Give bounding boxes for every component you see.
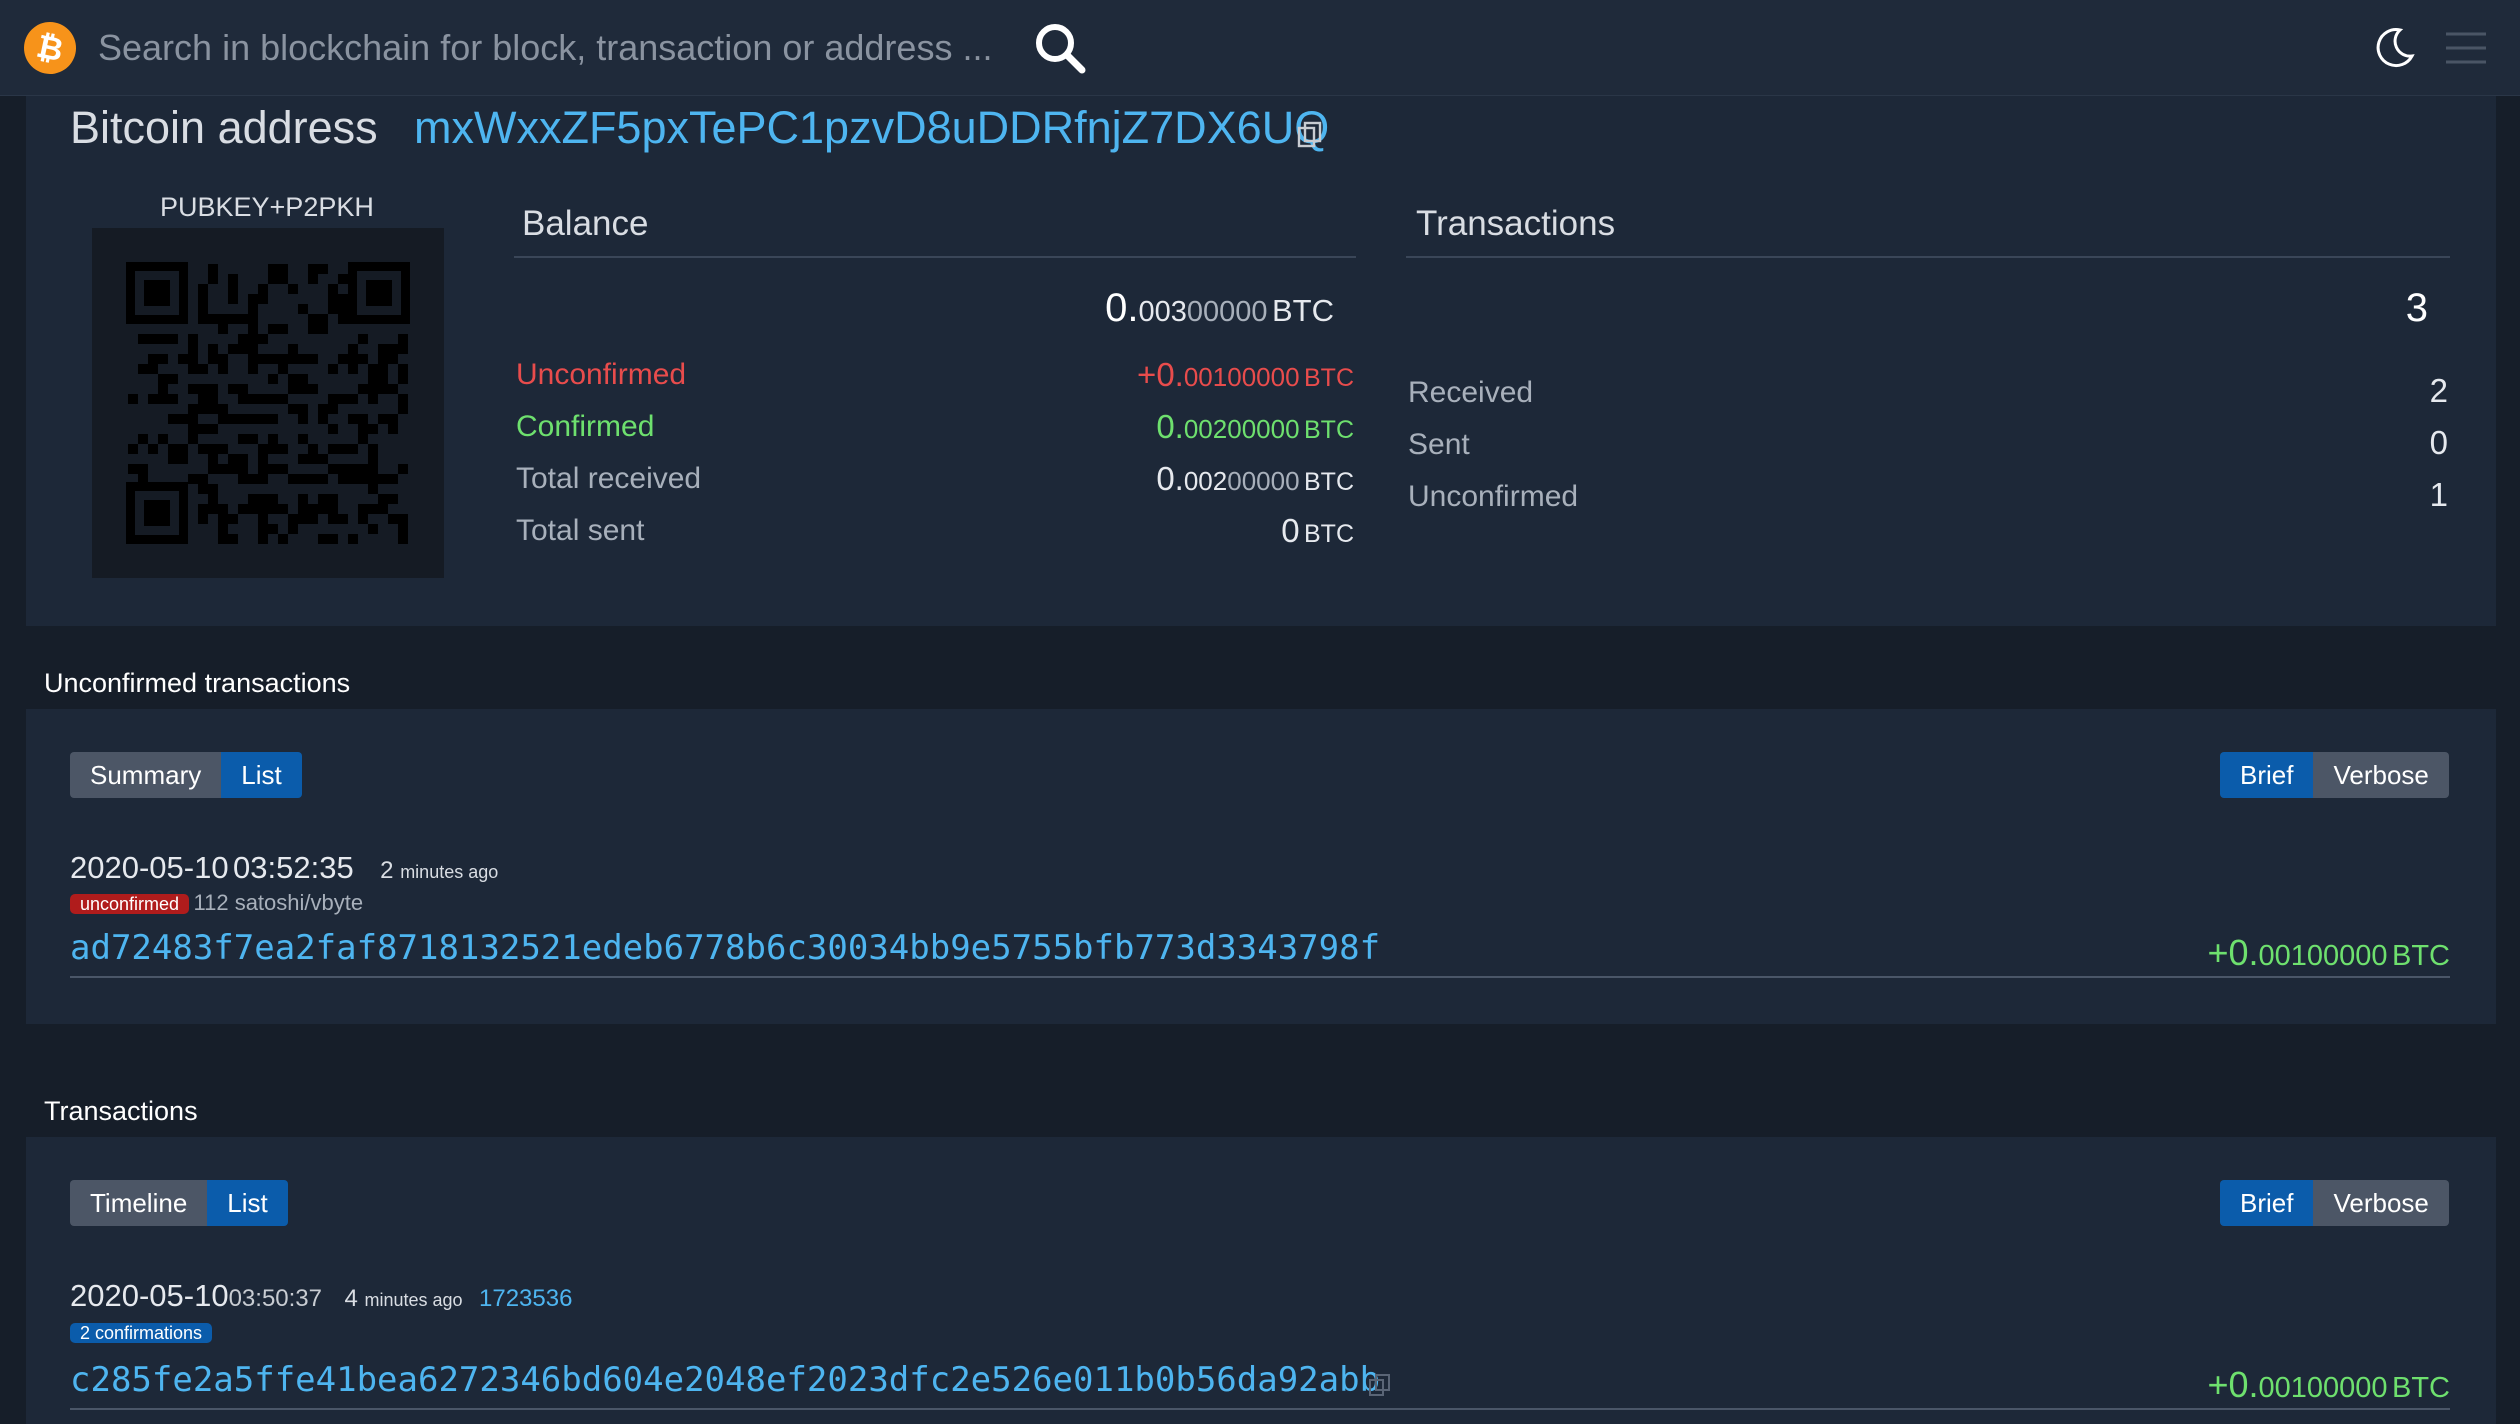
brief-button[interactable]: Brief xyxy=(2220,1180,2314,1226)
balance-total-sent-value: 0 BTC xyxy=(1281,512,1354,550)
balance-total-int: 0. xyxy=(1105,286,1139,330)
amount-unit: BTC xyxy=(1304,520,1354,548)
verbose-button[interactable]: Verbose xyxy=(2313,1180,2449,1226)
tx-stat-value: 1 xyxy=(2429,476,2448,513)
tx-date: 2020-05-10 xyxy=(70,1278,229,1313)
amount-int: 0. xyxy=(1156,408,1184,445)
block-height-link[interactable]: 1723536 xyxy=(479,1285,572,1312)
tx-stat-value: 2 xyxy=(2429,372,2448,409)
transactions-total: 3 xyxy=(2405,286,2428,330)
amount-int: 0. xyxy=(1156,460,1184,497)
bitcoin-logo-icon[interactable]: ₿ xyxy=(19,17,81,79)
tx-stat-label: Unconfirmed xyxy=(1408,480,1579,513)
transactions-view-toggle: Timeline List xyxy=(70,1180,288,1226)
balance-total: 0.00300000 BTC xyxy=(1105,286,1334,331)
qr-code xyxy=(92,228,444,578)
amount-int: 0 xyxy=(1281,512,1300,549)
tx-amount-int: +0. xyxy=(2207,932,2259,973)
script-type-label: PUBKEY+P2PKH xyxy=(160,192,374,222)
tx-stat-label: Sent xyxy=(1408,428,1470,461)
unconfirmed-view-toggle: Summary List xyxy=(70,752,302,798)
balance-divider xyxy=(514,256,1356,258)
copy-icon[interactable] xyxy=(1368,1372,1392,1398)
balance-unconfirmed-label: Unconfirmed xyxy=(516,358,687,391)
verbose-button[interactable]: Verbose xyxy=(2313,752,2449,798)
tx-amount: +0.00100000 BTC xyxy=(2207,1364,2450,1406)
search-input[interactable] xyxy=(98,20,998,76)
tx-stat-label: Received xyxy=(1408,376,1534,409)
transactions-heading: Transactions xyxy=(1416,204,1616,243)
amount-dec-lo: 00000 xyxy=(1227,466,1300,496)
unconfirmed-tx-divider xyxy=(70,976,2450,978)
amount-int: +0. xyxy=(1137,356,1184,393)
transactions-section-title: Transactions xyxy=(44,1096,198,1126)
tx-ago-text: minutes ago xyxy=(364,1290,463,1310)
unconfirmed-txid-link[interactable]: ad72483f7ea2faf8718132521edeb6778b6c3003… xyxy=(70,928,1380,968)
balance-confirmed-value: 0.00200000 BTC xyxy=(1156,408,1354,446)
tx-meta: 2 confirmations xyxy=(70,1320,213,1346)
transactions-divider xyxy=(1406,256,2450,258)
amount-dec-lo: 00000 xyxy=(1227,362,1300,392)
balance-heading: Balance xyxy=(522,204,649,243)
tx-date: 2020-05-10 xyxy=(70,850,229,885)
tx-time: 03:50:37 xyxy=(228,1285,322,1312)
search-icon[interactable] xyxy=(1030,18,1090,78)
balance-total-unit: BTC xyxy=(1272,293,1334,328)
address-label: Bitcoin address xyxy=(70,102,378,153)
confirmations-badge: 2 confirmations xyxy=(70,1323,213,1343)
amount-dec-hi: 002 xyxy=(1183,466,1228,496)
tx-amount-dec: 00100000 xyxy=(2258,1372,2388,1404)
tx-ago: 4 minutes ago xyxy=(344,1285,462,1312)
moon-icon[interactable] xyxy=(2370,24,2418,72)
balance-unconfirmed-value: +0.00100000 BTC xyxy=(1137,356,1354,394)
amount-unit: BTC xyxy=(1304,364,1354,392)
balance-total-dec-lo: 00000 xyxy=(1186,296,1268,328)
hamburger-menu-icon[interactable] xyxy=(2444,28,2488,68)
tx-amount-dec: 00100000 xyxy=(2258,940,2388,972)
copy-icon[interactable] xyxy=(1296,120,1324,150)
tx-amount-unit: BTC xyxy=(2392,1372,2450,1404)
tx-timestamp: 2020-05-1003:50:37 4 minutes ago 1723536 xyxy=(70,1278,572,1314)
txid-link[interactable]: c285fe2a5ffe41bea6272346bd604e2048ef2023… xyxy=(70,1360,1380,1400)
balance-total-received-label: Total received xyxy=(516,462,702,495)
amount-dec-hi: 001 xyxy=(1183,362,1228,392)
list-button[interactable]: List xyxy=(221,752,302,798)
tx-time: 03:52:35 xyxy=(233,850,354,885)
tx-divider xyxy=(70,1408,2450,1410)
summary-button[interactable]: Summary xyxy=(70,752,222,798)
fee-rate: 112 satoshi/vbyte xyxy=(193,890,364,915)
unconfirmed-badge: unconfirmed xyxy=(70,894,190,914)
tx-stat-value: 0 xyxy=(2429,424,2448,461)
unconfirmed-detail-toggle: Brief Verbose xyxy=(2220,752,2449,798)
balance-total-received-value: 0.00200000 BTC xyxy=(1156,460,1354,498)
top-navbar: ₿ xyxy=(0,0,2520,96)
tx-amount-unit: BTC xyxy=(2392,940,2450,972)
tx-ago-text: minutes ago xyxy=(400,862,499,882)
brief-button[interactable]: Brief xyxy=(2220,752,2314,798)
unconfirmed-tx-amount: +0.00100000 BTC xyxy=(2207,932,2450,974)
unconfirmed-section-title: Unconfirmed transactions xyxy=(44,668,351,698)
unconfirmed-tx-meta: unconfirmed 112 satoshi/vbyte xyxy=(70,890,363,917)
balance-confirmed-label: Confirmed xyxy=(516,410,655,443)
transactions-detail-toggle: Brief Verbose xyxy=(2220,1180,2449,1226)
list-button[interactable]: List xyxy=(207,1180,288,1226)
tx-ago-num: 2 xyxy=(380,857,394,884)
tx-ago: 2 minutes ago xyxy=(380,857,498,884)
balance-total-sent-label: Total sent xyxy=(516,514,645,547)
tx-ago-num: 4 xyxy=(344,1285,358,1312)
unconfirmed-tx-timestamp: 2020-05-10 03:52:35 2 minutes ago xyxy=(70,850,498,886)
amount-unit: BTC xyxy=(1304,416,1354,444)
address-value[interactable]: mxWxxZF5pxTePC1pzvD8uDDRfnjZ7DX6UQ xyxy=(414,102,1329,154)
timeline-button[interactable]: Timeline xyxy=(70,1180,208,1226)
amount-dec-hi: 002 xyxy=(1183,414,1228,444)
tx-amount-int: +0. xyxy=(2207,1364,2259,1405)
amount-dec-lo: 00000 xyxy=(1227,414,1300,444)
balance-total-dec-hi: 003 xyxy=(1138,296,1187,328)
amount-unit: BTC xyxy=(1304,468,1354,496)
